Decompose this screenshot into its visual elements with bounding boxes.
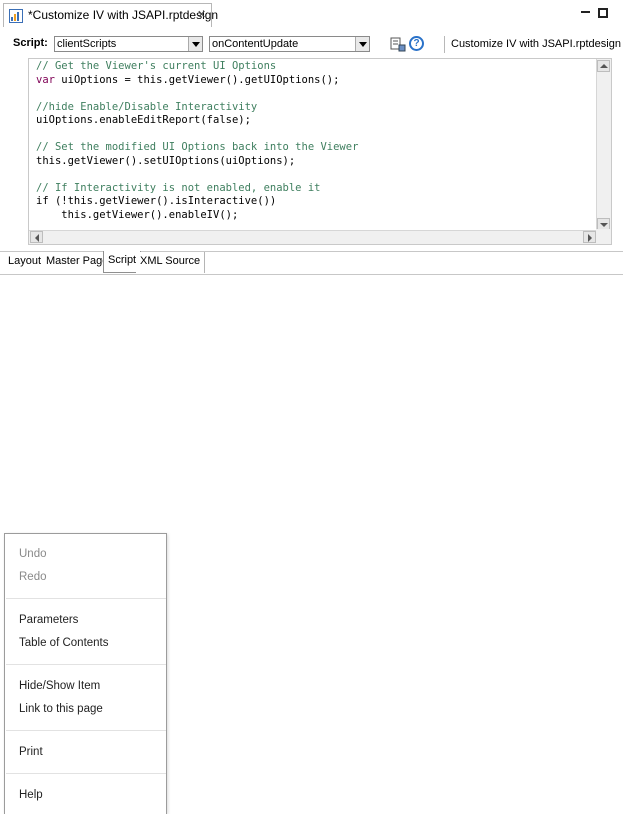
report-design-icon <box>9 9 23 23</box>
vertical-scrollbar[interactable] <box>596 59 611 231</box>
close-icon[interactable]: ✕ <box>197 8 206 21</box>
menu-divider <box>6 730 166 731</box>
script-select[interactable]: clientScripts <box>54 36 203 52</box>
tab-xml-source[interactable]: XML Source <box>136 252 206 273</box>
editor-titlebar: *Customize IV with JSAPI.rptdesign ✕ <box>0 0 623 28</box>
horizontal-scrollbar[interactable] <box>29 230 597 244</box>
scroll-up-icon[interactable] <box>597 60 610 72</box>
code-line: if (!this.getViewer().isInteractive()) <box>36 195 277 207</box>
maximize-icon[interactable] <box>598 8 608 18</box>
context-menu: Undo Redo Parameters Table of Contents H… <box>4 533 167 814</box>
editor-tab-title: *Customize IV with JSAPI.rptdesign <box>28 8 219 22</box>
menu-divider <box>6 773 166 774</box>
script-select-value: clientScripts <box>57 38 117 50</box>
code-line: var uiOptions = this.getViewer().getUIOp… <box>36 73 340 86</box>
menu-item-help[interactable]: Help <box>19 789 43 801</box>
menu-item-redo[interactable]: Redo <box>19 571 47 583</box>
script-label: Script: <box>13 37 48 49</box>
code-line: // Get the Viewer's current UI Options <box>36 60 277 72</box>
script-editor-window: *Customize IV with JSAPI.rptdesign ✕ Scr… <box>0 0 623 275</box>
chevron-down-icon[interactable] <box>355 37 369 51</box>
chevron-down-icon[interactable] <box>188 37 202 51</box>
minimize-icon[interactable] <box>579 5 593 19</box>
code-line: this.getViewer().setUIOptions(uiOptions)… <box>36 154 296 167</box>
code-line: // If Interactivity is not enabled, enab… <box>36 181 321 194</box>
event-select[interactable]: onContentUpdate <box>209 36 370 52</box>
help-icon[interactable]: ? <box>409 36 424 51</box>
code-line: // Set the modified UI Options back into… <box>36 141 359 153</box>
menu-divider <box>6 598 166 599</box>
menu-item-hide-show[interactable]: Hide/Show Item <box>19 680 100 692</box>
method-name-label: Customize IV with JSAPI.rptdesign <box>451 38 621 50</box>
editor-tab[interactable]: *Customize IV with JSAPI.rptdesign ✕ <box>3 3 218 27</box>
code-text[interactable]: // Get the Viewer's current UI Options va… <box>36 60 596 222</box>
editor-bottom-tabs: Layout Master Page Script XML Source <box>0 251 623 273</box>
scroll-left-icon[interactable] <box>30 231 43 243</box>
toolbar-separator <box>444 36 445 53</box>
code-editor[interactable]: // Get the Viewer's current UI Options va… <box>28 58 612 245</box>
scrollbar-corner <box>596 229 611 244</box>
code-line: uiOptions.enableEditReport(false); <box>36 114 251 126</box>
tab-layout[interactable]: Layout <box>4 252 47 273</box>
code-line: this.getViewer().enableIV(); <box>36 208 239 221</box>
scroll-right-icon[interactable] <box>583 231 596 243</box>
code-line: //hide Enable/Disable Interactivity <box>36 100 258 113</box>
menu-item-link-to-page[interactable]: Link to this page <box>19 703 103 715</box>
menu-item-parameters[interactable]: Parameters <box>19 614 78 626</box>
menu-item-table-of-contents[interactable]: Table of Contents <box>19 637 109 649</box>
menu-item-print[interactable]: Print <box>19 746 43 758</box>
event-select-value: onContentUpdate <box>212 38 299 50</box>
script-toolbar: Script: clientScripts onContentUpdate ? … <box>0 28 623 58</box>
menu-divider <box>6 664 166 665</box>
menu-item-undo[interactable]: Undo <box>19 548 47 560</box>
palette-icon[interactable] <box>390 36 406 52</box>
